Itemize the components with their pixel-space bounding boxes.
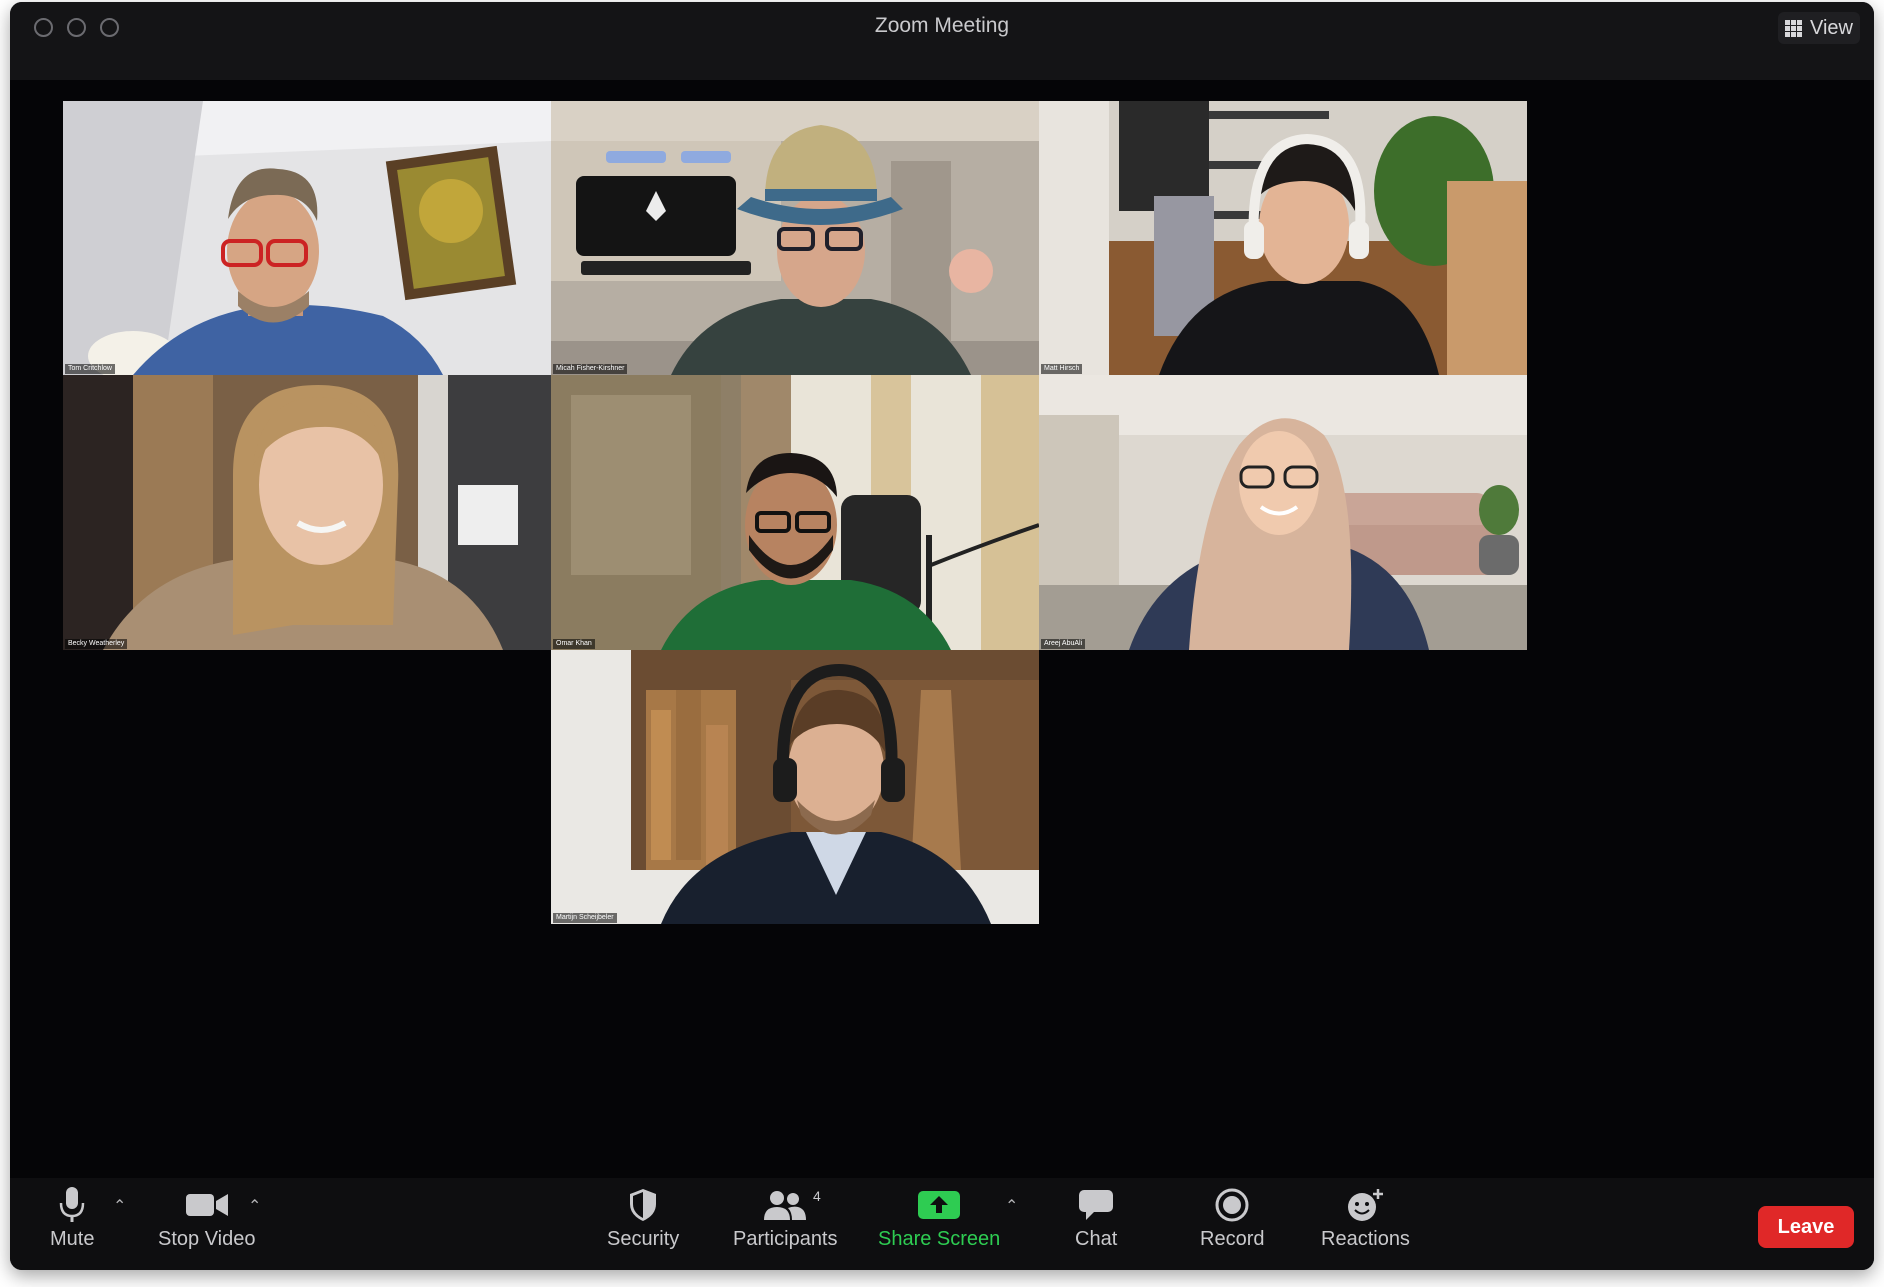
participant-name: Micah Fisher-Kirshner [553,364,628,374]
record-label: Record [1200,1228,1265,1250]
participants-count-badge: 4 [813,1188,821,1204]
audio-options-caret[interactable]: ⌃ [113,1196,126,1216]
grid-icon [1785,19,1802,37]
share-options-caret[interactable]: ⌃ [1005,1196,1018,1216]
participant-name: Becky Weatherley [65,639,128,649]
participant-video [1039,375,1527,650]
reactions-label: Reactions [1321,1228,1410,1250]
leave-button[interactable]: Leave [1758,1206,1854,1248]
video-tile[interactable]: Becky Weatherley [63,375,551,650]
video-tile[interactable]: Martijn Scheijbeler [551,650,1039,924]
record-button[interactable]: Record [1200,1186,1264,1251]
share-screen-icon [918,1186,961,1224]
chat-label: Chat [1075,1228,1118,1250]
stop-video-label: Stop Video [158,1228,256,1250]
participant-video [1039,101,1527,375]
participant-name: Tom Critchlow [65,364,115,374]
participant-video [63,375,551,650]
participant-video [63,101,551,375]
participant-name: Omar Khan [553,639,595,649]
chat-button[interactable]: Chat [1075,1186,1117,1251]
participant-video [551,375,1039,650]
window-title: Zoom Meeting [874,14,1010,37]
participant-video [551,101,1039,375]
mute-button[interactable]: Mute [50,1186,94,1251]
stop-video-button[interactable]: Stop Video [158,1186,256,1251]
security-label: Security [607,1228,680,1250]
video-tile[interactable]: Micah Fisher-Kirshner [551,101,1039,375]
participants-button[interactable]: Participants [733,1186,838,1251]
participant-video [551,650,1039,924]
participants-label: Participants [733,1228,838,1250]
view-button-label: View [1810,16,1853,39]
zoom-window: Zoom Meeting View Tom Critchlow Micah Fi… [10,2,1874,1270]
meeting-toolbar: Mute ⌃ Stop Video ⌃ Security Participant… [10,1178,1874,1270]
video-tile[interactable]: Matt Hirsch [1039,101,1527,375]
mute-label: Mute [50,1228,95,1250]
smiley-icon [1346,1186,1384,1224]
security-button[interactable]: Security [607,1186,679,1251]
participant-name: Areej AbuAli [1041,639,1086,649]
record-icon [1215,1186,1249,1224]
participant-name: Martijn Scheijbeler [553,913,617,923]
reactions-button[interactable]: Reactions [1321,1186,1410,1251]
video-tile[interactable]: Areej AbuAli [1039,375,1527,650]
video-options-caret[interactable]: ⌃ [248,1196,261,1216]
microphone-icon [58,1186,86,1224]
share-screen-label: Share Screen [878,1228,1001,1250]
chat-bubble-icon [1078,1186,1114,1224]
participants-icon [764,1186,807,1224]
view-button[interactable]: View [1778,12,1860,44]
video-tile[interactable]: Omar Khan [551,375,1039,650]
share-screen-button[interactable]: Share Screen [878,1186,1000,1251]
shield-icon [628,1186,658,1224]
video-camera-icon [185,1186,228,1224]
video-tile[interactable]: Tom Critchlow [63,101,551,375]
title-bar: Zoom Meeting View [10,2,1874,80]
participant-name: Matt Hirsch [1041,364,1083,374]
